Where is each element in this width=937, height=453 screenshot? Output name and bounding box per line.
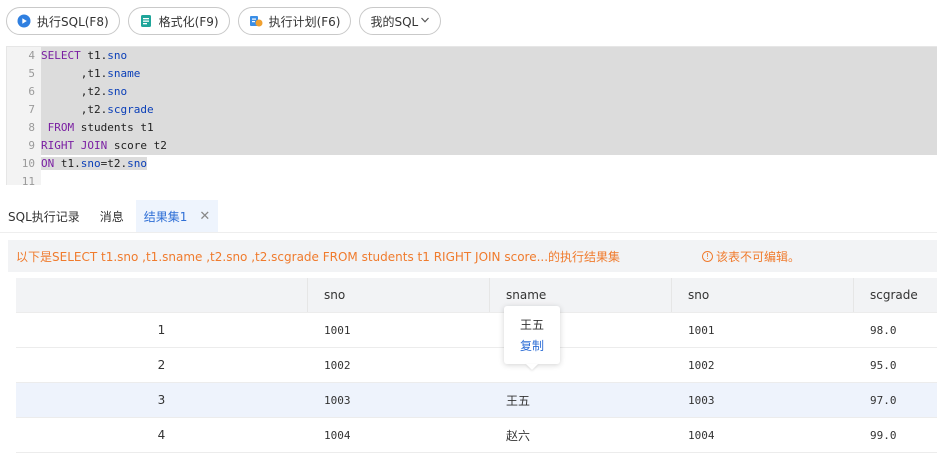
table-header-row: sno sname sno scgrade [16, 278, 937, 313]
sql-text: t1. [54, 157, 81, 170]
sql-keyword: ON [41, 157, 55, 170]
sql-text: ,t2. [41, 85, 108, 98]
code-line: ON t1.sno=t2.sno [41, 155, 937, 173]
table-cell[interactable]: 1001 [307, 313, 489, 347]
tab-sql-history[interactable]: SQL执行记录 [8, 200, 80, 232]
sql-identifier: sno [127, 157, 147, 170]
table-cell[interactable]: 98.0 [853, 313, 937, 347]
result-info-bar: 以下是SELECT t1.sno ,t1.sname ,t2.sno ,t2.s… [8, 240, 937, 272]
column-header[interactable]: sno [671, 278, 853, 312]
editor-line: 5 ,t1.sname [7, 65, 937, 83]
execution-plan-label: 执行计划(F6) [268, 14, 341, 29]
cell-value-popover: 王五 复制 [504, 306, 560, 370]
line-number: 4 [7, 47, 41, 65]
play-icon [17, 14, 31, 28]
row-number: 3 [157, 393, 166, 407]
popover-arrow [526, 364, 538, 370]
table-row[interactable]: 4 1004 赵六 1004 99.0 [16, 418, 937, 453]
sql-editor[interactable]: 4 SELECT t1.sno 5 ,t1.sname 6 ,t2.sno 7 … [6, 46, 937, 185]
line-number: 10 [7, 155, 41, 173]
sql-keyword: SELECT [41, 49, 81, 62]
table-cell[interactable]: 王五 [489, 383, 671, 417]
result-tabs: SQL执行记录 消息 结果集1 ✕ [8, 200, 238, 232]
run-sql-button[interactable]: 执行SQL(F8) [6, 7, 120, 35]
sql-text: =t2. [100, 157, 128, 170]
line-number: 11 [7, 173, 41, 185]
copy-link[interactable]: 复制 [520, 337, 544, 354]
line-number: 6 [7, 83, 41, 101]
my-sql-label: 我的SQL [370, 14, 419, 29]
sql-identifier: scgrade [107, 103, 154, 116]
table-cell[interactable]: 95.0 [853, 348, 937, 382]
readonly-warning-text: 该表不可编辑。 [716, 249, 801, 264]
readonly-warning: ! 该表不可编辑。 [702, 248, 800, 265]
tab-result-set-1-label: 结果集1 [143, 209, 188, 224]
editor-line: 8 FROM students t1 [7, 119, 937, 137]
editor-line: 6 ,t2.sno [7, 83, 937, 101]
table-cell[interactable]: 1002 [307, 348, 489, 382]
code-line: ,t1.sname [41, 65, 937, 83]
sql-keyword: FROM [41, 121, 75, 134]
sql-text: ,t2. [41, 103, 108, 116]
toolbar: 执行SQL(F8) 格式化(F9) 执行计划(F6) 我的SQL [0, 0, 937, 42]
line-number: 5 [7, 65, 41, 83]
warning-icon: ! [702, 250, 713, 262]
line-number: 7 [7, 101, 41, 119]
sql-text: students t1 [74, 121, 154, 134]
sql-text: ,t1. [41, 67, 108, 80]
result-table: sno sname sno scgrade 1 1001 1001 98.0 2… [16, 278, 937, 453]
editor-line: 7 ,t2.scgrade [7, 101, 937, 119]
format-doc-icon [139, 14, 153, 28]
editor-line: 9 RIGHT JOIN score t2 [7, 137, 937, 155]
table-row[interactable]: 1 1001 1001 98.0 [16, 313, 937, 348]
line-number: 8 [7, 119, 41, 137]
table-cell[interactable]: 1003 [671, 383, 853, 417]
sql-keyword: RIGHT JOIN [41, 139, 108, 152]
table-cell[interactable]: 97.0 [853, 383, 937, 417]
code-line: FROM students t1 [41, 119, 937, 137]
run-sql-label: 执行SQL(F8) [37, 14, 109, 29]
tab-result-set-1[interactable]: 结果集1 ✕ [135, 200, 219, 232]
table-row[interactable]: 2 1002 1002 95.0 [16, 348, 937, 383]
row-number: 2 [157, 358, 166, 372]
column-header[interactable]: sno [307, 278, 489, 312]
table-cell[interactable]: 1002 [671, 348, 853, 382]
sql-text: t1. [80, 49, 108, 62]
popover-value: 王五 [519, 318, 544, 332]
tab-messages[interactable]: 消息 [100, 200, 124, 232]
tabs-divider [0, 232, 937, 233]
editor-line: 11 [7, 173, 937, 185]
execution-plan-button[interactable]: 执行计划(F6) [237, 7, 352, 35]
table-cell[interactable]: 1003 [307, 383, 489, 417]
column-header[interactable]: scgrade [853, 278, 937, 312]
chevron-down-icon [420, 15, 430, 28]
sql-identifier: sno [80, 157, 101, 170]
sql-identifier: sno [107, 85, 128, 98]
close-icon[interactable]: ✕ [199, 209, 210, 224]
code-line: SELECT t1.sno [41, 47, 937, 65]
plan-icon [249, 14, 263, 28]
sql-text: score t2 [107, 139, 167, 152]
row-number: 1 [157, 323, 166, 337]
sql-identifier: sno [107, 49, 128, 62]
code-line: ,t2.scgrade [41, 101, 937, 119]
result-message: 以下是SELECT t1.sno ,t1.sname ,t2.sno ,t2.s… [16, 249, 621, 264]
sql-identifier: sname [107, 67, 141, 80]
editor-line: 10 ON t1.sno=t2.sno [7, 155, 937, 173]
column-header [16, 278, 307, 312]
table-cell[interactable]: 1001 [671, 313, 853, 347]
format-button[interactable]: 格式化(F9) [127, 7, 230, 35]
format-label: 格式化(F9) [158, 14, 219, 29]
code-line: ,t2.sno [41, 83, 937, 101]
table-row[interactable]: 3 1003 王五 1003 97.0 [16, 383, 937, 418]
line-number: 9 [7, 137, 41, 155]
code-line: RIGHT JOIN score t2 [41, 137, 937, 155]
editor-line: 4 SELECT t1.sno [7, 47, 937, 65]
my-sql-dropdown[interactable]: 我的SQL [359, 7, 442, 35]
